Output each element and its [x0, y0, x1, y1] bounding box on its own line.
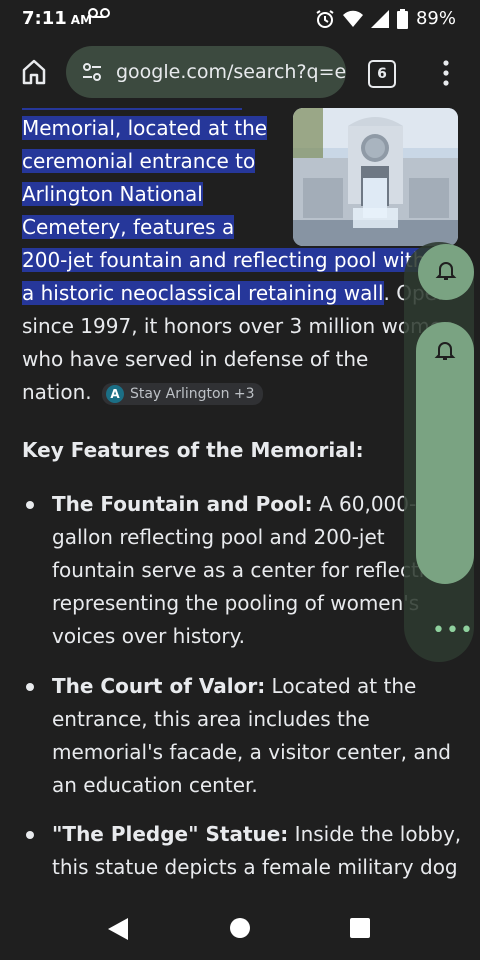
highlight-overflow	[22, 108, 242, 110]
list-item: "The Pledge" Statue: Inside the lobby, t…	[22, 818, 462, 884]
notification-button-1[interactable]	[418, 244, 474, 300]
wifi-icon	[342, 10, 363, 28]
status-time: 7:11 AM	[22, 8, 93, 29]
notification-button-2[interactable]	[416, 322, 474, 584]
signal-icon	[370, 9, 389, 28]
voicemail-icon	[88, 7, 110, 23]
home-icon[interactable]	[14, 52, 54, 92]
address-bar[interactable]: google.com/search?q=ec	[66, 46, 346, 98]
section-heading: Key Features of the Memorial:	[22, 438, 364, 462]
bullet-dot	[26, 501, 34, 509]
list-item: The Fountain and Pool: A 60,000-gallon r…	[22, 488, 462, 653]
article-line-6: a historic neoclassical retaining wall. …	[22, 281, 450, 305]
site-settings-icon[interactable]	[80, 60, 104, 84]
article-line-9: nation. A Stay Arlington +3	[22, 380, 263, 405]
status-bar: 7:11 AM 89%	[0, 0, 480, 36]
battery-icon	[396, 8, 408, 29]
article-line-2: ceremonial entrance to	[22, 149, 256, 173]
recents-icon[interactable]	[349, 917, 371, 943]
source-chip[interactable]: A Stay Arlington +3	[101, 382, 263, 405]
tab-switcher-icon[interactable]: 6	[368, 60, 396, 88]
article-line-4: Cemetery, features a	[22, 215, 235, 239]
bell-icon	[434, 258, 458, 286]
source-favicon-icon: A	[105, 384, 124, 403]
bullet-dot	[26, 831, 34, 839]
alarm-icon	[315, 9, 335, 29]
home-circle-icon[interactable]	[229, 917, 251, 943]
article-line-1: Memorial, located at the	[22, 116, 268, 140]
bullet-dot	[26, 683, 34, 691]
article-line-5: 200-jet fountain and reflecting pool wit…	[22, 248, 444, 272]
browser-toolbar: google.com/search?q=ec 6	[0, 36, 480, 108]
list-item: The Court of Valor: Located at the entra…	[22, 670, 462, 802]
article-line-7: since 1997, it honors over 3 million wom…	[22, 314, 455, 338]
back-icon[interactable]	[106, 916, 130, 946]
battery-percent: 89%	[415, 8, 456, 29]
article-line-8: who have served in defense of the	[22, 347, 369, 371]
memorial-image[interactable]	[293, 108, 458, 246]
article-line-3: Arlington National	[22, 182, 203, 206]
url-text[interactable]: google.com/search?q=ec	[116, 61, 346, 83]
more-horiz-icon[interactable]: •••	[432, 618, 474, 643]
bell-icon	[433, 338, 457, 366]
system-nav-bar	[0, 900, 480, 960]
more-vert-icon[interactable]	[436, 58, 456, 88]
